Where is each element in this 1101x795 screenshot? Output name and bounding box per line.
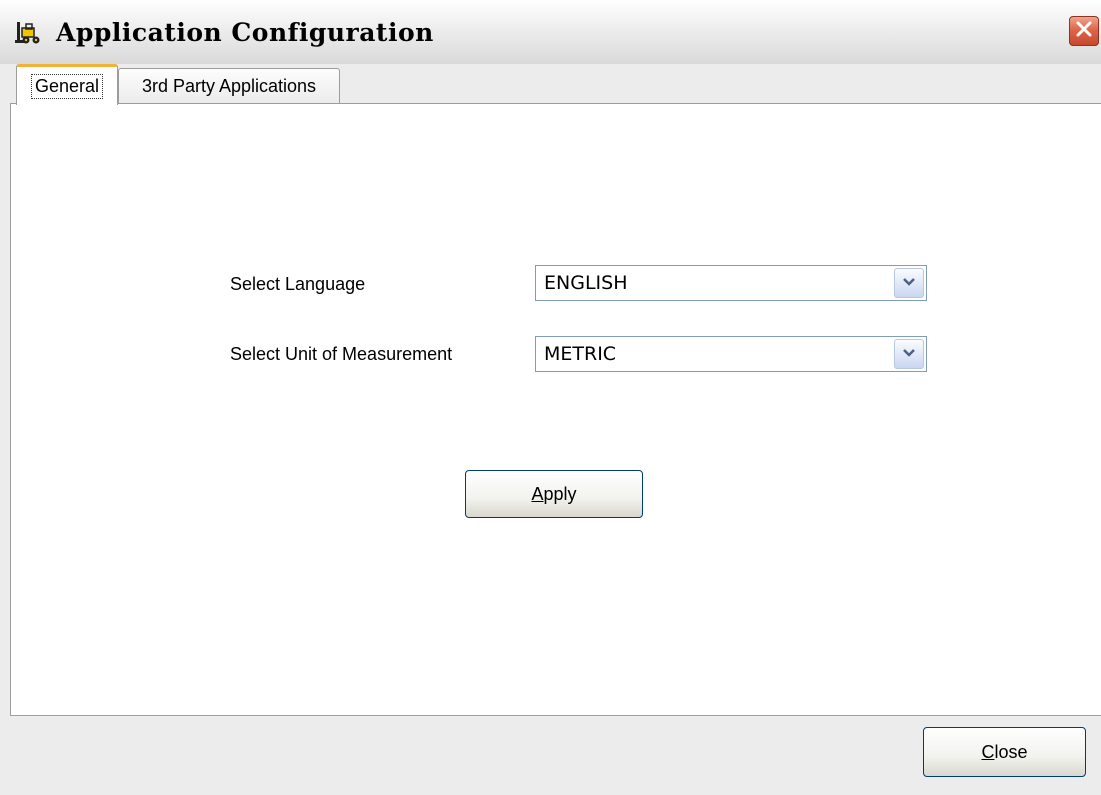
unit-dropdown-button[interactable] <box>894 339 924 369</box>
window-close-button[interactable] <box>1069 16 1099 46</box>
apply-button[interactable]: Apply <box>465 470 643 518</box>
language-label: Select Language <box>230 274 366 294</box>
chevron-down-icon <box>902 345 916 363</box>
general-tab-panel: Select Language ENGLISH Select Unit of M… <box>10 103 1101 715</box>
forklift-app-icon <box>14 18 46 50</box>
unit-select[interactable]: METRIC <box>535 336 927 372</box>
tab-3rd-party-applications[interactable]: 3rd Party Applications <box>118 68 340 104</box>
tab-general[interactable]: General <box>16 64 118 105</box>
title-bar: Application Configuration <box>0 0 1101 64</box>
language-select-value: ENGLISH <box>544 272 628 294</box>
chevron-down-icon <box>902 274 916 292</box>
window-frame <box>0 104 10 795</box>
tab-3rd-party-applications-label: 3rd Party Applications <box>141 76 317 96</box>
language-select[interactable]: ENGLISH <box>535 265 927 301</box>
close-icon <box>1074 19 1094 44</box>
unit-label: Select Unit of Measurement <box>230 344 453 364</box>
close-button-label: Close <box>981 741 1028 762</box>
close-button[interactable]: Close <box>923 727 1086 777</box>
apply-button-label: Apply <box>531 483 577 504</box>
tab-strip: General 3rd Party Applications <box>0 64 1101 105</box>
language-dropdown-button[interactable] <box>894 268 924 298</box>
unit-select-value: METRIC <box>544 343 617 365</box>
tab-general-label: General <box>30 73 104 99</box>
window-title: Application Configuration <box>56 18 434 47</box>
